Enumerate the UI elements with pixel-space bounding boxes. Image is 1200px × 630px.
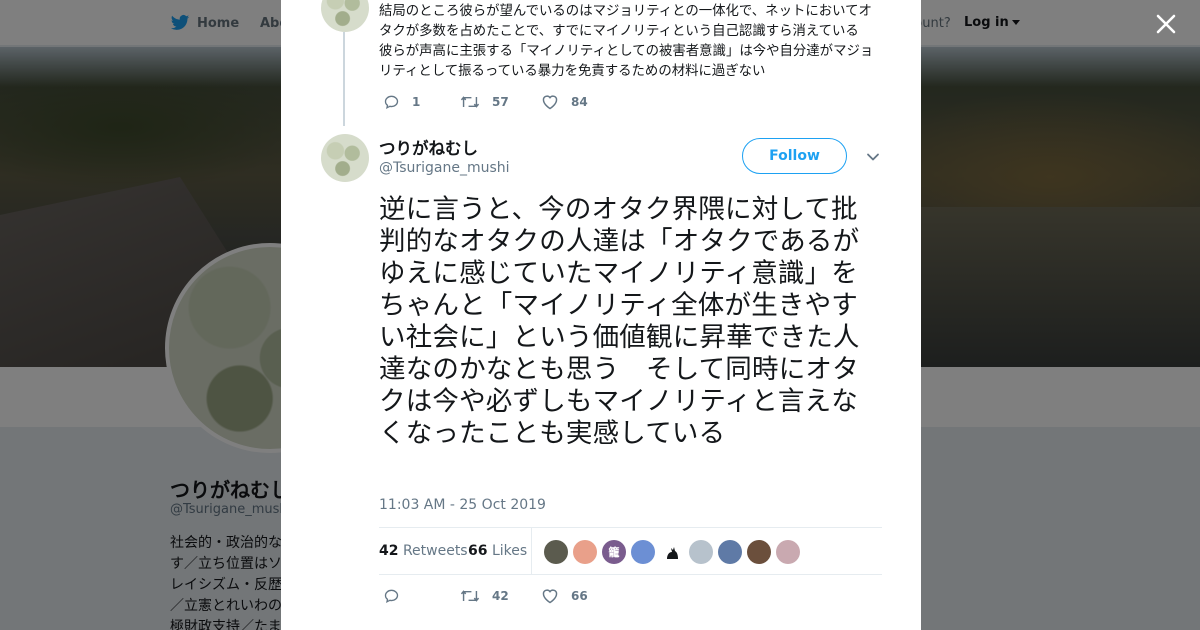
retweets-stat[interactable]: 42 Retweets bbox=[379, 543, 468, 559]
previous-like-count: 84 bbox=[571, 95, 588, 109]
liker-avatar[interactable] bbox=[747, 540, 771, 564]
likes-stat-count: 66 bbox=[468, 543, 488, 559]
chevron-down-icon[interactable] bbox=[866, 150, 880, 164]
liker-avatar[interactable] bbox=[631, 540, 655, 564]
follow-button[interactable]: Follow bbox=[742, 138, 847, 174]
close-icon[interactable] bbox=[1154, 12, 1178, 36]
liker-avatar[interactable] bbox=[573, 540, 597, 564]
tweet-stats: 42 Retweets 66 Likes 籠 bbox=[379, 527, 882, 575]
author-handle[interactable]: @Tsurigane_mushi bbox=[379, 160, 510, 176]
liker-glyph: 籠 bbox=[608, 546, 620, 559]
liker-avatar[interactable] bbox=[544, 540, 568, 564]
previous-reply-count: 1 bbox=[412, 95, 421, 109]
stats-divider bbox=[531, 528, 532, 574]
previous-retweet-count: 57 bbox=[492, 95, 509, 109]
liker-avatar[interactable] bbox=[718, 540, 742, 564]
heart-icon bbox=[542, 589, 558, 604]
retweet-button[interactable]: 42 bbox=[460, 588, 509, 604]
liker-avatar[interactable] bbox=[660, 540, 684, 564]
retweet-count: 42 bbox=[492, 589, 509, 603]
retweets-stat-count: 42 bbox=[379, 543, 399, 559]
retweet-icon bbox=[460, 96, 480, 108]
retweets-stat-label: Retweets bbox=[402, 543, 468, 559]
liker-avatar[interactable] bbox=[689, 540, 713, 564]
likes-stat-label: Likes bbox=[491, 543, 528, 559]
tweet-timestamp[interactable]: 11:03 AM - 25 Oct 2019 bbox=[379, 497, 546, 513]
author-name[interactable]: つりがねむし bbox=[379, 135, 478, 159]
reply-button[interactable] bbox=[383, 588, 400, 604]
liker-avatar[interactable]: 籠 bbox=[602, 540, 626, 564]
like-button[interactable]: 66 bbox=[541, 588, 588, 604]
previous-tweet-text: 結局のところ彼らが望んでいるのはマジョリティとの一体化で、ネットにおいてオタクが… bbox=[379, 4, 874, 79]
tweet-text: 逆に言うと、今のオタク界隈に対して批判的なオタクの人達は「オタクであるがゆえに感… bbox=[379, 194, 860, 449]
retweet-icon bbox=[460, 590, 480, 602]
author-avatar[interactable] bbox=[321, 134, 369, 182]
likes-stat[interactable]: 66 Likes bbox=[468, 543, 527, 559]
previous-like-button[interactable]: 84 bbox=[541, 94, 588, 110]
reply-icon bbox=[384, 95, 399, 110]
thread-line bbox=[343, 32, 345, 126]
previous-tweet-avatar[interactable] bbox=[321, 0, 369, 32]
heart-icon bbox=[542, 95, 558, 110]
previous-retweet-button[interactable]: 57 bbox=[460, 94, 509, 110]
like-count: 66 bbox=[571, 589, 588, 603]
cat-icon bbox=[667, 547, 678, 559]
liker-avatar[interactable] bbox=[776, 540, 800, 564]
reply-icon bbox=[384, 589, 399, 604]
tweet-modal: 結局のところ彼らが望んでいるのはマジョリティとの一体化で、ネットにおいてオタクが… bbox=[281, 0, 921, 630]
previous-reply-button[interactable]: 1 bbox=[383, 94, 420, 110]
